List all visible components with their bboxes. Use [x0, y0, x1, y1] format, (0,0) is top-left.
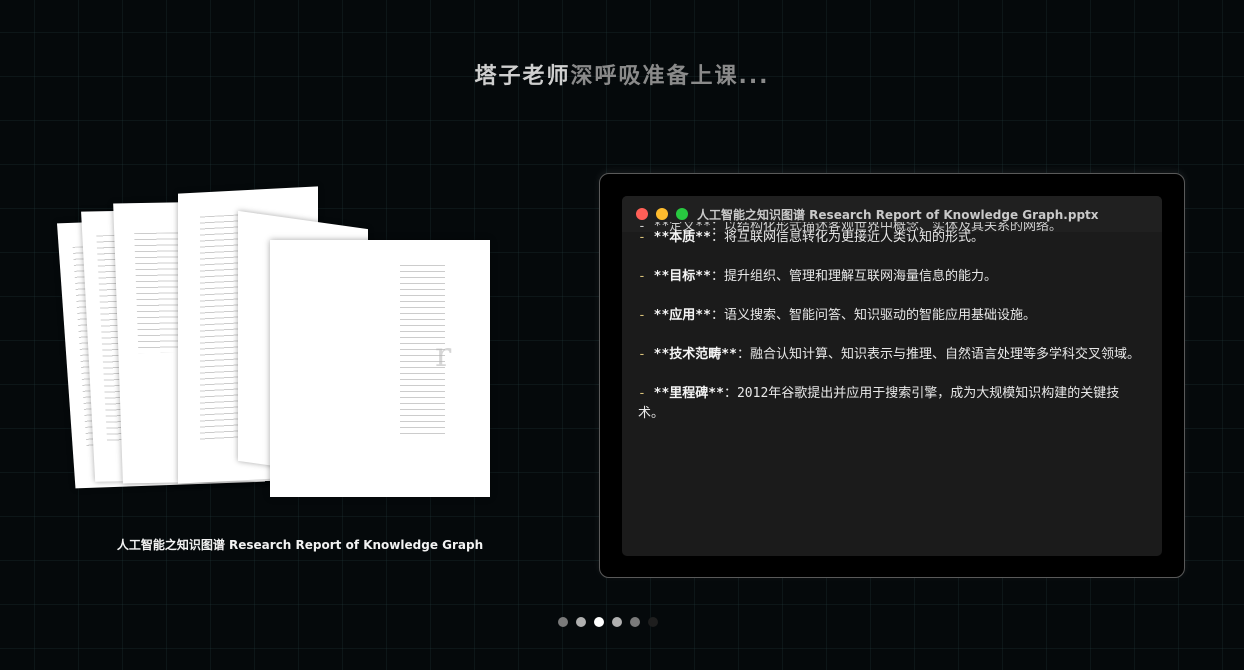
window-title: 人工智能之知识图谱 Research Report of Knowledge G…	[697, 208, 1099, 222]
pagination-dot[interactable]	[558, 617, 568, 627]
minimize-window-icon[interactable]	[656, 208, 668, 220]
headline-message: 深呼吸准备上课...	[570, 64, 770, 89]
document-window: 人工智能之知识图谱 Research Report of Knowledge G…	[622, 196, 1162, 556]
loading-headline: 塔子老师深呼吸准备上课...	[0, 58, 1244, 90]
pagination-dot[interactable]	[630, 617, 640, 627]
book-ghost-text-2: r	[435, 335, 452, 375]
pagination-dots	[558, 617, 668, 629]
book-page: r	[270, 240, 490, 497]
pagination-dot[interactable]	[612, 617, 622, 627]
headline-teacher-name: 塔子老师	[474, 64, 571, 89]
book-preview: rner r	[56, 180, 498, 510]
content-line: - **本质**：将互联网信息转化为更接近人类认知的形式。	[638, 230, 984, 245]
close-window-icon[interactable]	[636, 208, 648, 220]
maximize-window-icon[interactable]	[676, 208, 688, 220]
content-line: - **技术范畴**：融合认知计算、知识表示与推理、自然语言处理等多学科交叉领域…	[638, 347, 1140, 362]
document-content: - **本质**：将互联网信息转化为更接近人类认知的形式。 - **目标**：提…	[638, 228, 1143, 443]
book-title-caption: 人工智能之知识图谱 Research Report of Knowledge G…	[116, 538, 484, 552]
document-window-frame: 人工智能之知识图谱 Research Report of Knowledge G…	[599, 173, 1185, 578]
pagination-dot[interactable]	[576, 617, 586, 627]
pagination-dot[interactable]	[648, 617, 658, 627]
pagination-dot-active[interactable]	[594, 617, 604, 627]
content-line: - **目标**：提升组织、管理和理解互联网海量信息的能力。	[638, 269, 997, 284]
stage: 塔子老师深呼吸准备上课... rner r 人工智能之知识图谱 Research…	[0, 0, 1244, 670]
content-line: - **里程碑**：2012年谷歌提出并应用于搜索引擎，成为大规模知识构建的关键…	[638, 386, 1120, 421]
content-line: - **应用**：语义搜索、智能问答、知识驱动的智能应用基础设施。	[638, 308, 1036, 323]
